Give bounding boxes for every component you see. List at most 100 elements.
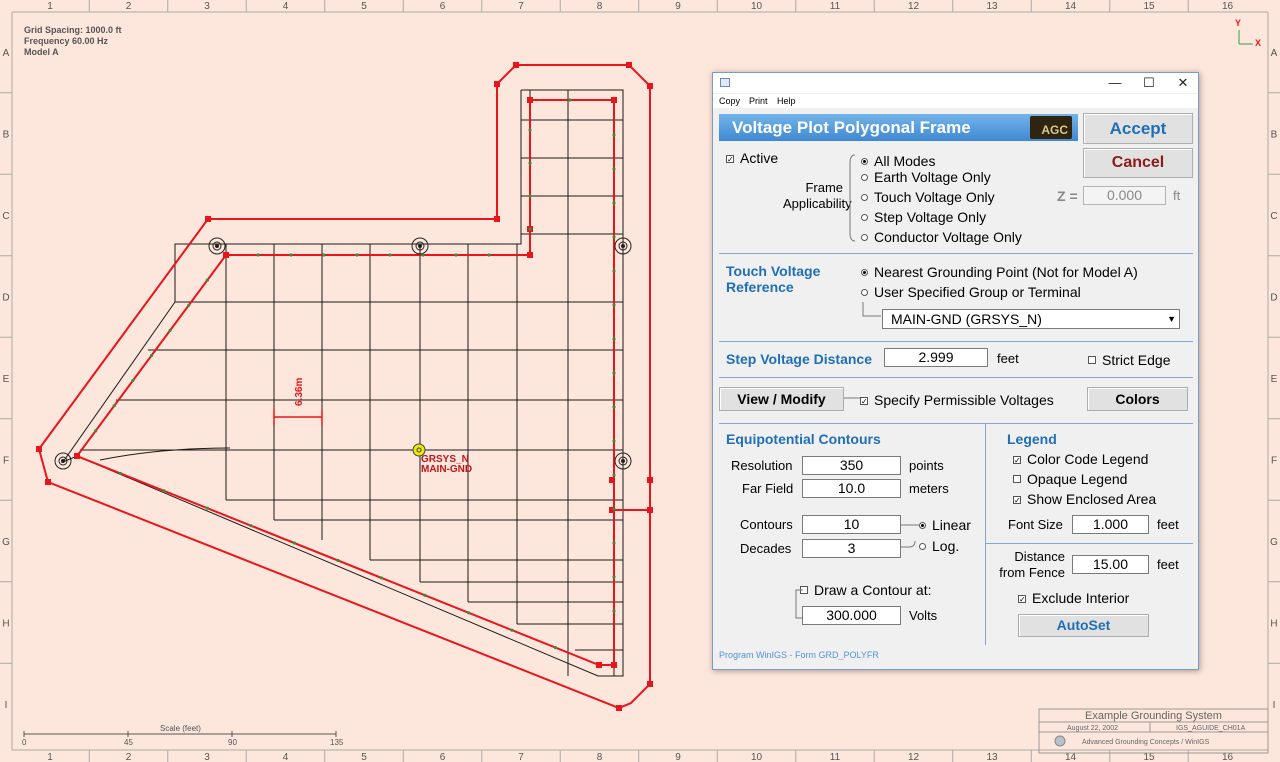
- conductor-node: [612, 167, 616, 171]
- active-checkbox[interactable]: ✓ Active: [726, 150, 778, 166]
- conductor-node: [118, 471, 123, 476]
- touch-user-option[interactable]: User Specified Group or Terminal: [861, 284, 1081, 300]
- row-label: I: [5, 700, 8, 711]
- col-label: 2: [126, 752, 132, 762]
- frame-applicability-label: Frame Applicability: [783, 180, 852, 212]
- conductor-node: [162, 489, 166, 493]
- far-field-label: Far Field: [742, 481, 794, 496]
- dialog-titlebar[interactable]: — ☐ ✕: [713, 73, 1198, 93]
- status-text: Program WinIGS - Form GRD_POLYFR: [719, 650, 879, 660]
- col-label: 14: [1065, 1, 1077, 12]
- col-label: 5: [361, 1, 367, 12]
- touch-user-label: User Specified Group or Terminal: [874, 284, 1081, 300]
- row-label: I: [1273, 700, 1276, 711]
- z-field[interactable]: 0.000: [1083, 186, 1166, 205]
- divider: [719, 423, 1193, 424]
- linear-label: Linear: [932, 517, 971, 533]
- z-label: Z =: [1057, 188, 1078, 204]
- autoset-button[interactable]: AutoSet: [1018, 614, 1149, 637]
- voltage-plot-frame-dialog[interactable]: — ☐ ✕ Copy Print Help Voltage Plot Polyg…: [712, 72, 1199, 670]
- conductor-node: [612, 439, 616, 443]
- resolution-field[interactable]: 350: [802, 456, 901, 475]
- colors-button[interactable]: Colors: [1087, 387, 1188, 411]
- show-enclosed-label: Show Enclosed Area: [1027, 491, 1157, 507]
- conductor-node: [423, 593, 427, 597]
- agc-logo: AGC: [1030, 116, 1072, 139]
- group-select[interactable]: MAIN-GND (GRSYS_N) ▼: [882, 309, 1180, 329]
- col-label: 2: [126, 1, 132, 12]
- col-label: 4: [283, 1, 289, 12]
- conductor-node: [612, 609, 616, 613]
- mode-touch[interactable]: Touch Voltage Only: [861, 189, 995, 205]
- log-label: Log.: [932, 538, 960, 554]
- close-button[interactable]: ✕: [1166, 73, 1200, 93]
- row-label: B: [1271, 130, 1278, 141]
- far-field-field[interactable]: 10.0: [802, 479, 901, 498]
- distance-line1: Distance: [1014, 549, 1065, 564]
- view-modify-button[interactable]: View / Modify: [719, 387, 844, 411]
- menu-copy[interactable]: Copy: [719, 96, 740, 106]
- conductor-node: [612, 201, 616, 205]
- menu-print[interactable]: Print: [749, 96, 768, 106]
- menu-bar: Copy Print Help: [713, 94, 1198, 108]
- col-label: 9: [675, 1, 681, 12]
- mode-all[interactable]: All Modes: [861, 153, 935, 169]
- conductor-node: [289, 253, 293, 257]
- row-label: C: [2, 211, 9, 222]
- distance-field[interactable]: 15.00: [1072, 555, 1149, 574]
- conductor-node: [612, 337, 616, 341]
- row-label: E: [1271, 374, 1278, 385]
- accept-button[interactable]: Accept: [1083, 113, 1193, 144]
- color-code-checkbox[interactable]: ✓ Color Code Legend: [1013, 451, 1148, 467]
- maximize-button[interactable]: ☐: [1132, 73, 1166, 93]
- group-select-value: MAIN-GND (GRSYS_N): [891, 311, 1042, 327]
- decades-field[interactable]: 3: [802, 539, 901, 558]
- mode-conductor-label: Conductor Voltage Only: [874, 229, 1022, 245]
- log-option[interactable]: Log.: [919, 538, 959, 554]
- chevron-down-icon: ▼: [1167, 314, 1176, 324]
- linear-option[interactable]: Linear: [919, 517, 971, 533]
- step-distance-unit: feet: [997, 351, 1019, 366]
- show-enclosed-checkbox[interactable]: ✓ Show Enclosed Area: [1013, 491, 1156, 507]
- font-size-field[interactable]: 1.000: [1072, 515, 1149, 534]
- contour-unit: Volts: [909, 608, 938, 623]
- conductor-node: [112, 404, 116, 408]
- dialog-banner: Voltage Plot Polygonal Frame AGC: [719, 114, 1078, 141]
- conductor-node: [205, 278, 209, 282]
- menu-help[interactable]: Help: [777, 96, 796, 106]
- touch-reference-label: Touch Voltage Reference: [726, 263, 820, 295]
- axis-x-label: X: [1255, 38, 1261, 48]
- minimize-button[interactable]: —: [1098, 73, 1132, 93]
- contour-value-field[interactable]: 300.000: [802, 606, 901, 625]
- conductor-node: [612, 473, 616, 477]
- active-check-icon: ✓: [726, 155, 734, 164]
- col-label: 5: [361, 752, 367, 762]
- step-distance-field[interactable]: 2.999: [884, 348, 988, 367]
- exclude-interior-checkbox[interactable]: ✓ Exclude Interior: [1018, 590, 1129, 606]
- row-label: C: [1270, 211, 1277, 222]
- conductor-node: [487, 253, 491, 257]
- mode-bracket: [849, 154, 856, 242]
- scale-title: Scale (feet): [160, 724, 201, 733]
- conductor-node: [612, 235, 616, 239]
- radio-icon: [919, 522, 926, 529]
- touch-nearest-option[interactable]: Nearest Grounding Point (Not for Model A…: [861, 264, 1138, 280]
- font-size-unit: feet: [1157, 517, 1179, 532]
- draw-contour-checkbox[interactable]: Draw a Contour at:: [800, 582, 932, 598]
- mode-conductor[interactable]: Conductor Voltage Only: [861, 229, 1022, 245]
- cancel-button[interactable]: Cancel: [1083, 148, 1193, 178]
- col-label: 8: [597, 1, 603, 12]
- col-label: 16: [1222, 1, 1234, 12]
- col-label: 3: [204, 1, 210, 12]
- mode-earth[interactable]: Earth Voltage Only: [861, 169, 991, 185]
- specify-permissible-checkbox[interactable]: ✓ Specify Permissible Voltages: [860, 392, 1054, 408]
- col-label: 10: [751, 752, 763, 762]
- opaque-legend-checkbox[interactable]: Opaque Legend: [1013, 471, 1127, 487]
- col-label: 3: [204, 752, 210, 762]
- conductor-node: [249, 524, 253, 528]
- step-distance-label: Step Voltage Distance: [726, 351, 873, 367]
- radio-icon: [861, 234, 868, 241]
- contours-field[interactable]: 10: [802, 515, 901, 534]
- strict-edge-checkbox[interactable]: Strict Edge: [1088, 352, 1170, 368]
- mode-step[interactable]: Step Voltage Only: [861, 209, 986, 225]
